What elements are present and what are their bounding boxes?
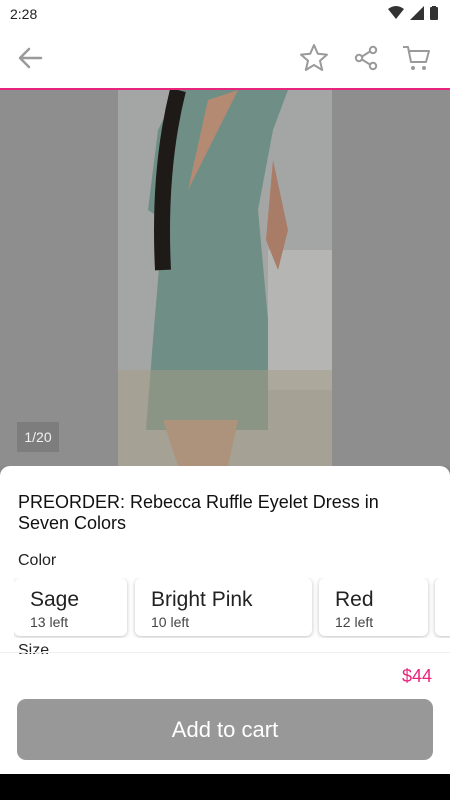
battery-icon bbox=[430, 6, 438, 20]
color-option-stock: 13 left bbox=[30, 614, 69, 630]
cart-icon bbox=[403, 46, 430, 70]
signal-icon bbox=[410, 6, 424, 20]
divider bbox=[0, 652, 450, 653]
image-counter: 1/20 bbox=[17, 422, 59, 452]
color-option-stock: 12 left bbox=[335, 614, 374, 630]
cart-button[interactable] bbox=[400, 42, 432, 74]
product-photo bbox=[118, 90, 332, 466]
app-bar bbox=[0, 28, 450, 90]
status-icons bbox=[388, 6, 438, 20]
system-navigation-bar bbox=[0, 774, 450, 800]
color-option-sage[interactable]: Sage 13 left bbox=[14, 578, 127, 636]
price: $44 bbox=[401, 666, 432, 686]
color-options: Sage 13 left Bright Pink 10 left Red 12 … bbox=[14, 578, 450, 638]
star-icon bbox=[300, 44, 328, 71]
wifi-icon bbox=[388, 6, 404, 19]
product-image-gallery[interactable] bbox=[0, 90, 450, 466]
color-label: Color bbox=[18, 552, 57, 569]
color-option-stock: 10 left bbox=[151, 614, 190, 630]
color-option-next-partial[interactable] bbox=[435, 578, 450, 636]
product-title: PREORDER: Rebecca Ruffle Eyelet Dress in… bbox=[18, 492, 379, 533]
color-option-name: Red bbox=[335, 588, 374, 611]
status-time: 2:28 bbox=[10, 6, 38, 22]
color-option-bright-pink[interactable]: Bright Pink 10 left bbox=[135, 578, 312, 636]
product-details-sheet: PREORDER: Rebecca Ruffle Eyelet Dress in… bbox=[0, 466, 450, 800]
color-option-name: Bright Pink bbox=[151, 588, 253, 611]
color-option-name: Sage bbox=[30, 588, 80, 611]
status-bar: 2:28 bbox=[0, 0, 450, 28]
add-to-cart-button[interactable]: Add to cart bbox=[17, 699, 433, 760]
color-option-red[interactable]: Red 12 left bbox=[319, 578, 428, 636]
share-icon bbox=[354, 45, 378, 71]
dress-illustration bbox=[118, 90, 332, 466]
share-button[interactable] bbox=[350, 42, 382, 74]
favorite-button[interactable] bbox=[298, 42, 330, 74]
arrow-left-icon bbox=[18, 47, 43, 69]
back-button[interactable] bbox=[14, 42, 46, 74]
